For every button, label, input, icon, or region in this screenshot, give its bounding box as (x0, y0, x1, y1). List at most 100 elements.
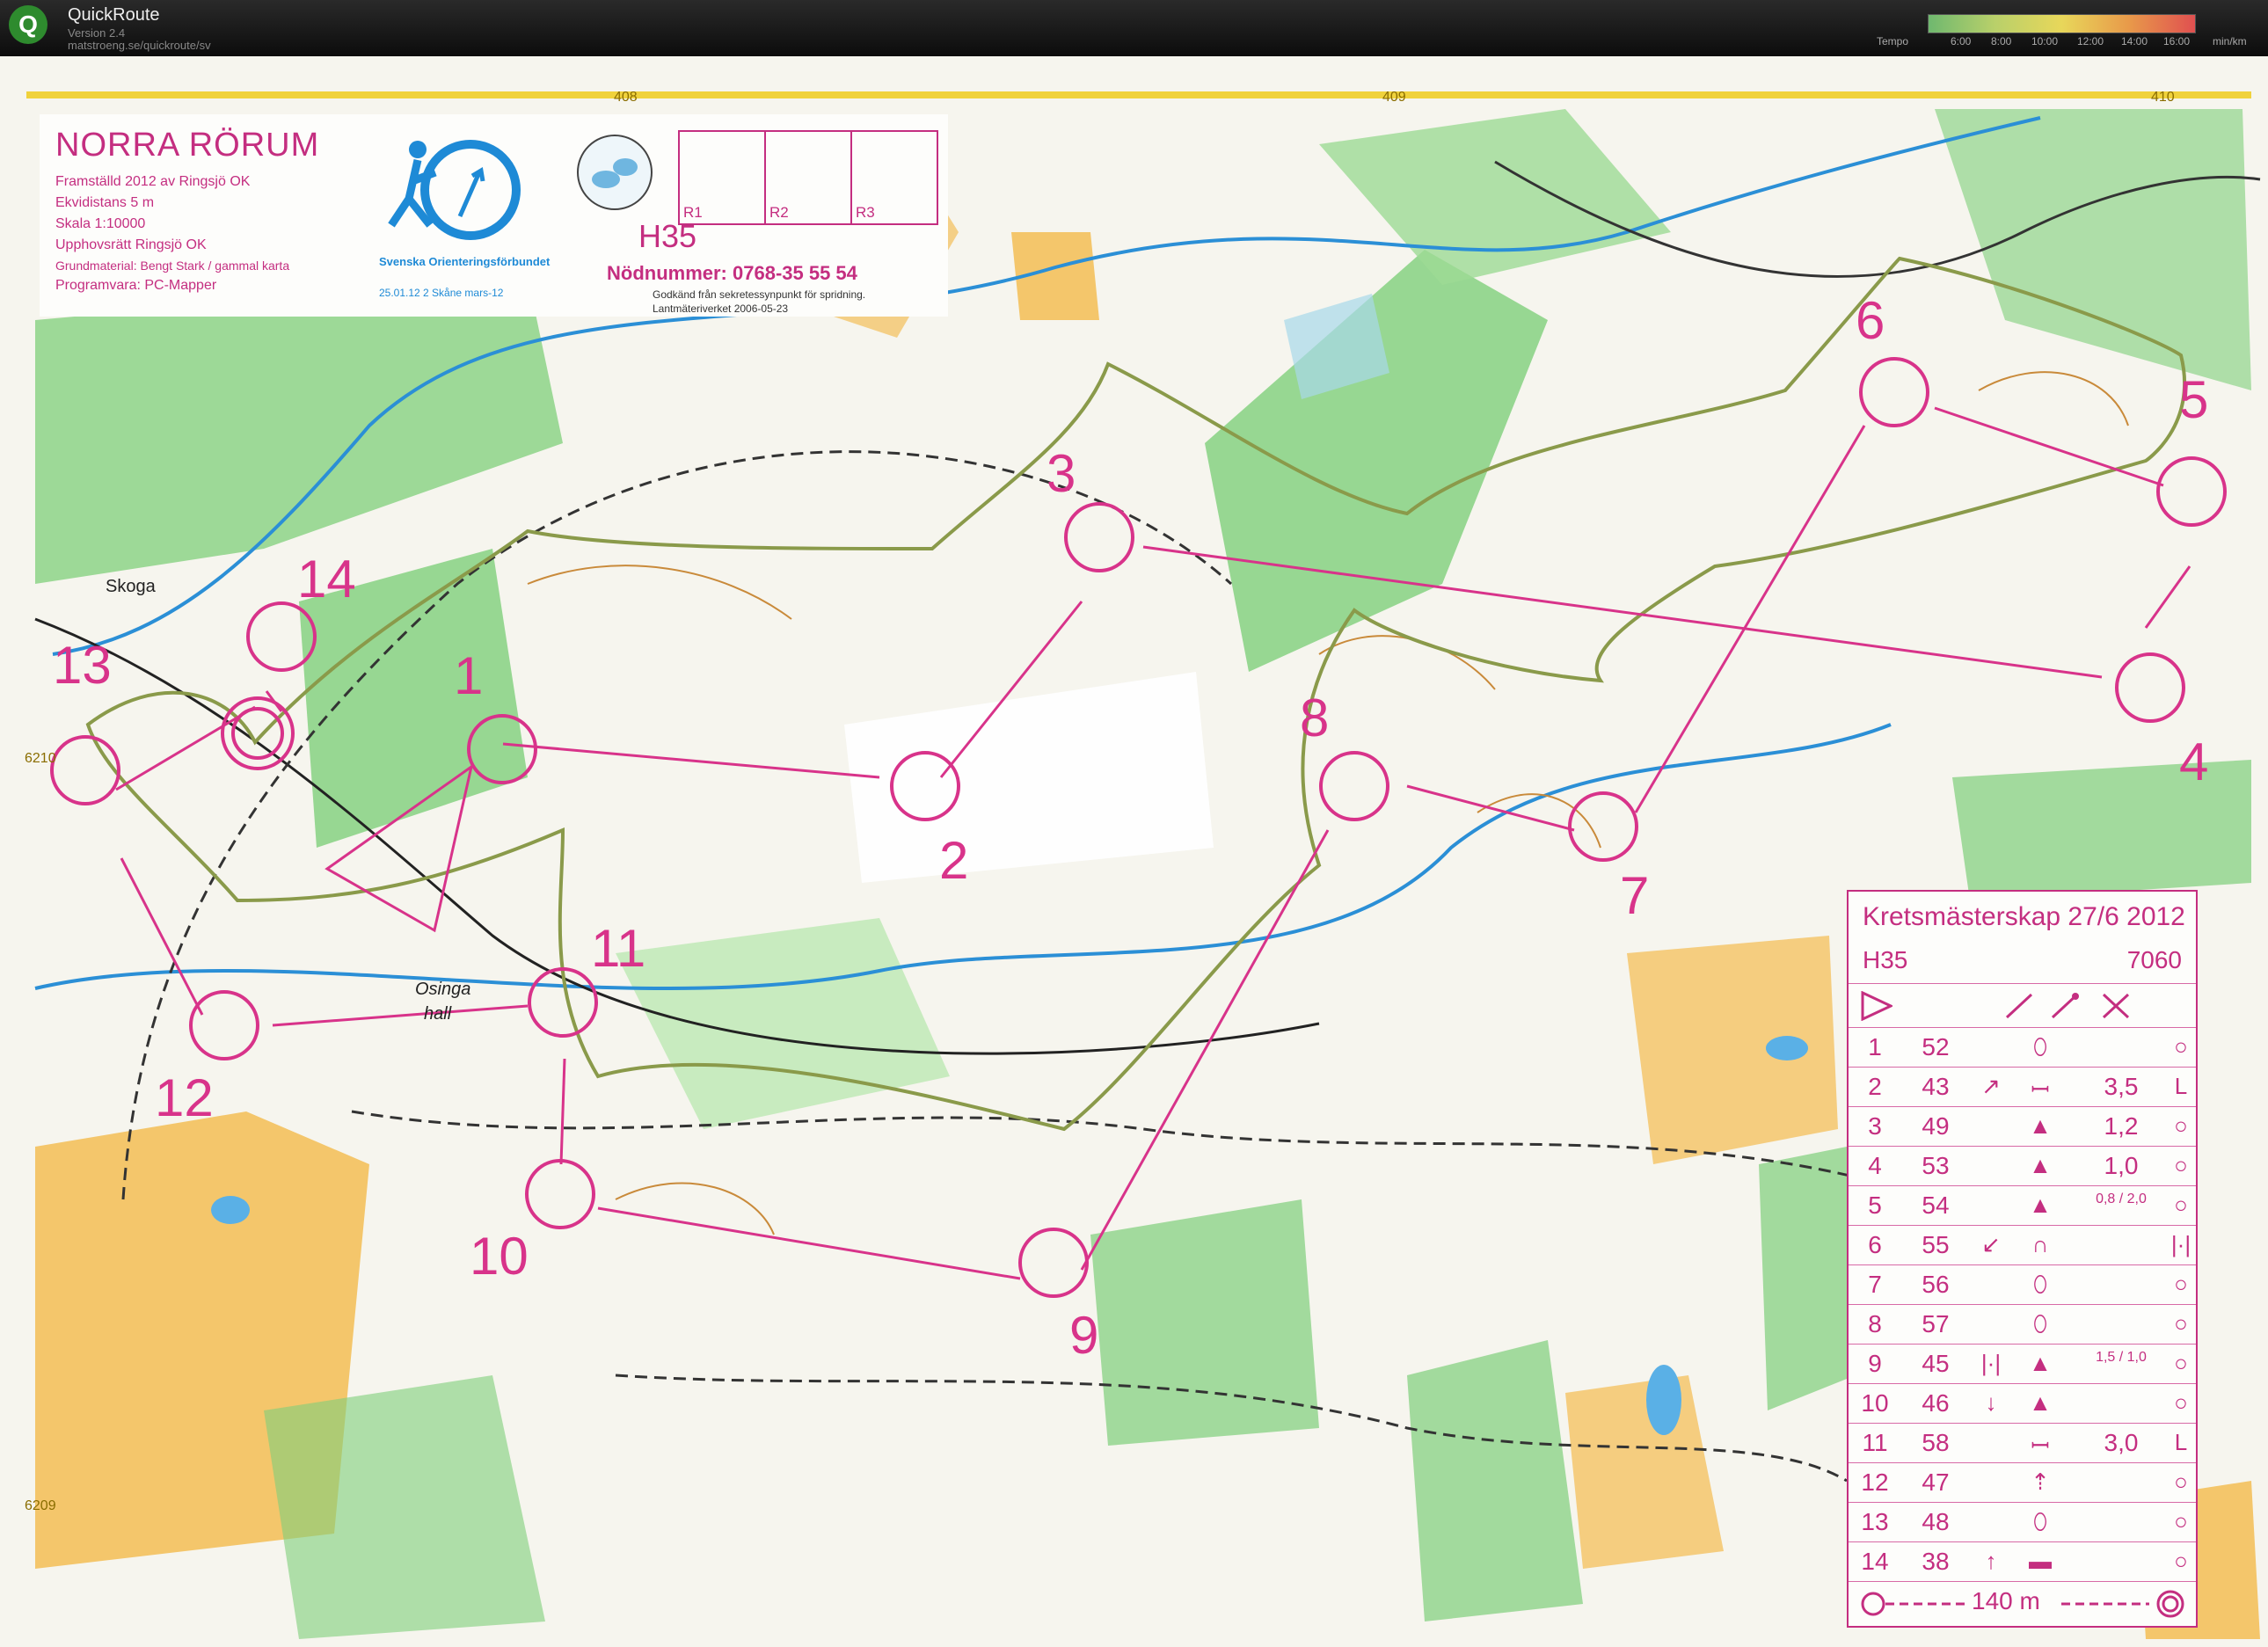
control-order: 10 (1861, 1389, 1889, 1417)
location-symbol: ○ (2174, 1192, 2188, 1218)
control-number[interactable]: 2 (939, 830, 968, 891)
description-row: 8 57 ⬯ ○ (1849, 1304, 2196, 1345)
emergency-number: Nödnummer: 0768-35 55 54 (607, 262, 857, 284)
info-line: Ekvidistans 5 m (55, 195, 155, 210)
control-number[interactable]: 13 (53, 635, 112, 696)
control-number[interactable]: 12 (155, 1068, 214, 1128)
grid-label: 408 (614, 90, 638, 105)
feature-symbol: ▲ (2029, 1112, 2052, 1139)
tempo-tick: 8:00 (1991, 35, 2012, 47)
start-triangle-icon (1861, 991, 1892, 1021)
control-order: 6 (1868, 1231, 1882, 1258)
finish-distance: 140 m (1972, 1587, 2040, 1614)
app-title-bar: Q QuickRoute Version 2.4 matstroeng.se/q… (0, 0, 2268, 56)
dimensions: 1,5 / 1,0 (2096, 1350, 2147, 1365)
control-number[interactable]: 11 (591, 918, 645, 979)
description-row: 2 43 ↗ ꟷ 3,5 L (1849, 1067, 2196, 1107)
control-number[interactable]: 8 (1300, 688, 1329, 748)
control-order: 13 (1861, 1508, 1889, 1535)
feature-symbol: ⇡ (2031, 1468, 2050, 1495)
control-number[interactable]: 5 (2179, 369, 2208, 430)
tempo-tick: 6:00 (1951, 35, 1972, 47)
info-line: Grundmaterial: Bengt Stark / gammal kart… (55, 259, 290, 273)
description-row: 10 46 ↓ ▲ ○ (1849, 1383, 2196, 1424)
location-symbol: ○ (2174, 1508, 2188, 1534)
location-symbol: ○ (2174, 1152, 2188, 1178)
course-length: 7060 (2126, 946, 2182, 973)
control-number[interactable]: 7 (1620, 865, 1649, 926)
info-line: Upphovsrätt Ringsjö OK (55, 237, 207, 252)
dimensions: 3,0 (2104, 1429, 2139, 1456)
app-name: QuickRoute (68, 5, 160, 25)
map-info-box: NORRA RÖRUM Framställd 2012 av Ringsjö O… (40, 114, 948, 317)
control-number[interactable]: 6 (1856, 290, 1885, 351)
location-symbol: ○ (2174, 1112, 2188, 1139)
which-feature: ↓ (1985, 1389, 1997, 1416)
tempo-unit: min/km (2213, 35, 2247, 47)
description-row: 4 53 ▲ 1,0 ○ (1849, 1146, 2196, 1186)
which-feature: ↑ (1985, 1548, 1997, 1574)
dimensions: 3,5 (2104, 1073, 2139, 1100)
control-code: 53 (1922, 1152, 1950, 1179)
control-code: 58 (1922, 1429, 1950, 1456)
location-symbol: L (2174, 1429, 2188, 1455)
grid-label: 410 (2151, 90, 2175, 105)
control-number[interactable]: 9 (1069, 1305, 1098, 1366)
description-row: 14 38 ↑ ▬ ○ (1849, 1541, 2196, 1582)
location-symbol: |·| (2170, 1231, 2191, 1257)
dimensions: 1,0 (2104, 1152, 2139, 1179)
control-number[interactable]: 3 (1046, 443, 1076, 504)
location-symbol: ○ (2174, 1389, 2188, 1416)
feature-symbol: ▲ (2029, 1192, 2052, 1218)
description-row: 3 49 ▲ 1,2 ○ (1849, 1106, 2196, 1147)
start-row (1849, 983, 2196, 1028)
feature-symbol: ⬯ (2032, 1271, 2048, 1297)
place-name: Osinga (415, 980, 471, 999)
place-name: Skoga (106, 577, 156, 596)
tempo-tick: 10:00 (2031, 35, 2059, 47)
which-feature: ↙ (1981, 1231, 2001, 1257)
approval-note: Godkänd från sekretessynpunkt för spridn… (653, 288, 866, 301)
control-order: 2 (1868, 1073, 1882, 1100)
control-order: 9 (1868, 1350, 1882, 1377)
info-line: Skala 1:10000 (55, 216, 146, 231)
orienteering-map[interactable]: 408 409 410 6210 6209 Skoga Osinga hall … (0, 56, 2268, 1647)
club-logo-icon (577, 135, 653, 210)
control-number[interactable]: 1 (454, 645, 483, 706)
control-number[interactable]: 10 (470, 1226, 529, 1286)
tempo-tick: 12:00 (2077, 35, 2104, 47)
control-order: 12 (1861, 1468, 1889, 1496)
control-order: 1 (1868, 1033, 1882, 1060)
cross-column-icon (2102, 993, 2130, 1019)
control-order: 4 (1868, 1152, 1882, 1179)
grid-label: 409 (1382, 90, 1406, 105)
feature-symbol: ∩ (2031, 1231, 2049, 1257)
control-order: 14 (1861, 1548, 1889, 1575)
description-row: 6 55 ↙ ∩ |·| (1849, 1225, 2196, 1265)
location-symbol: ○ (2174, 1548, 2188, 1574)
control-order: 7 (1868, 1271, 1882, 1298)
control-description-sheet: Kretsmästerskap 27/6 2012 H35 7060 1 52 ⬯ ○… (1847, 890, 2198, 1628)
control-number[interactable]: 14 (297, 549, 356, 609)
federation-date: 25.01.12 2 Skåne mars-12 (379, 287, 504, 299)
tempo-label: Tempo (1877, 35, 1909, 47)
event-title: Kretsmästerskap 27/6 2012 (1863, 902, 2185, 931)
control-code: 52 (1922, 1033, 1950, 1060)
federation-name: Svenska Orienteringsförbundet (379, 255, 551, 268)
feature-symbol: ꟷ (2031, 1076, 2050, 1103)
feature-symbol: ⬯ (2032, 1033, 2048, 1060)
control-code: 56 (1922, 1271, 1950, 1298)
info-line: Programvara: PC-Mapper (55, 278, 217, 293)
location-symbol: L (2174, 1073, 2188, 1099)
control-code: 48 (1922, 1508, 1950, 1535)
tempo-tick: 14:00 (2121, 35, 2148, 47)
control-code: 45 (1922, 1350, 1950, 1377)
location-symbol: ○ (2174, 1310, 2188, 1337)
control-code: 47 (1922, 1468, 1950, 1496)
control-number[interactable]: 4 (2179, 732, 2208, 792)
feature-symbol: ⬯ (2032, 1310, 2048, 1337)
feature-symbol: ▲ (2029, 1152, 2052, 1178)
feature-symbol: ⬯ (2032, 1508, 2048, 1534)
feature-symbol: ꟷ (2031, 1432, 2050, 1459)
direction-column-icon (2051, 993, 2079, 1019)
